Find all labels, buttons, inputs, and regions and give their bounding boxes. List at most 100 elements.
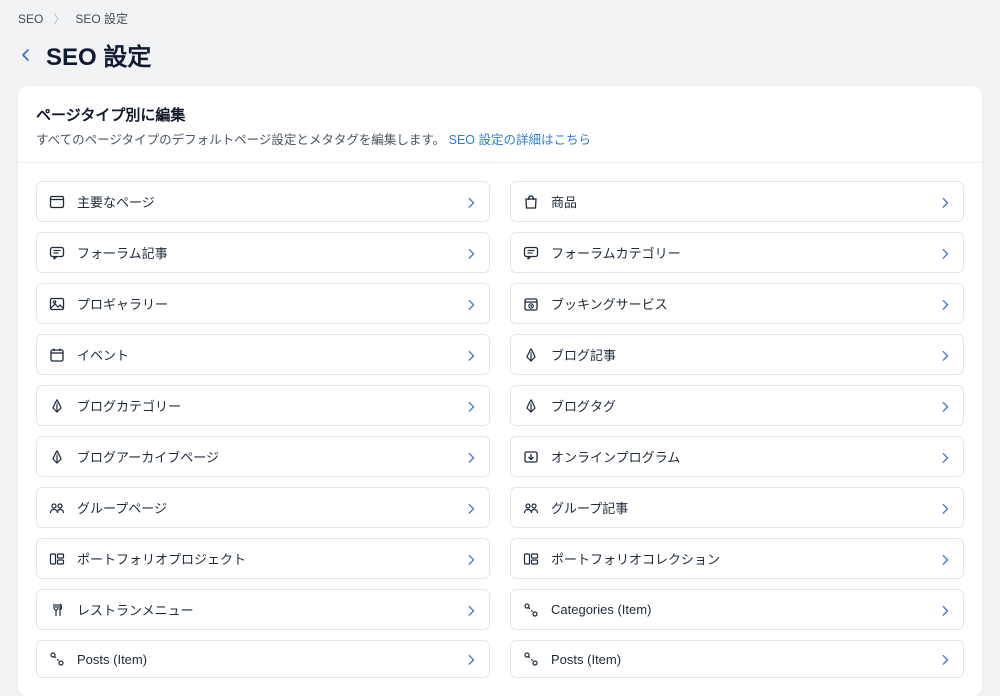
row-left: フォーラムカテゴリー: [523, 243, 681, 262]
row-label: ポートフォリオコレクション: [551, 549, 720, 568]
page-type-row[interactable]: Categories (Item): [510, 589, 964, 630]
chat-icon: [49, 245, 65, 261]
chevron-right-icon: [939, 349, 951, 361]
section-title: ページタイプ別に編集: [36, 104, 964, 125]
chevron-right-icon: [465, 604, 477, 616]
row-left: グループページ: [49, 498, 167, 517]
learn-more-link[interactable]: SEO 設定の詳細はこちら: [449, 133, 591, 147]
page-type-row[interactable]: プロギャラリー: [36, 283, 490, 324]
row-label: ブッキングサービス: [551, 294, 668, 313]
page-type-row[interactable]: フォーラムカテゴリー: [510, 232, 964, 273]
chevron-right-icon: [939, 653, 951, 665]
pen-icon: [49, 449, 65, 465]
row-label: プロギャラリー: [77, 294, 168, 313]
page-type-row[interactable]: フォーラム記事: [36, 232, 490, 273]
row-label: 商品: [551, 192, 577, 211]
fork-icon: [49, 602, 65, 618]
page-type-row[interactable]: ブログカテゴリー: [36, 385, 490, 426]
pen-icon: [523, 398, 539, 414]
chevron-right-icon: [939, 298, 951, 310]
row-left: ブログ記事: [523, 345, 616, 364]
page-type-row[interactable]: ポートフォリオプロジェクト: [36, 538, 490, 579]
calendar-icon: [49, 347, 65, 363]
bag-icon: [523, 194, 539, 210]
booking-icon: [523, 296, 539, 312]
chevron-right-icon: [465, 502, 477, 514]
page-type-row[interactable]: 商品: [510, 181, 964, 222]
page-type-row[interactable]: ブログタグ: [510, 385, 964, 426]
chevron-right-icon: [939, 604, 951, 616]
row-left: グループ記事: [523, 498, 628, 517]
page-type-row[interactable]: イベント: [36, 334, 490, 375]
row-left: Posts (Item): [49, 651, 147, 667]
row-left: 商品: [523, 192, 577, 211]
breadcrumb: SEO 〉 SEO 設定: [0, 0, 1000, 33]
group-icon: [49, 500, 65, 516]
row-left: ブログカテゴリー: [49, 396, 181, 415]
row-label: ブログカテゴリー: [77, 396, 181, 415]
row-label: ポートフォリオプロジェクト: [77, 549, 246, 568]
chevron-right-icon: [465, 247, 477, 259]
row-label: ブログ記事: [551, 345, 616, 364]
chevron-right-icon: [465, 400, 477, 412]
row-left: オンラインプログラム: [523, 447, 680, 466]
chevron-right-icon: [465, 653, 477, 665]
section-description: すべてのページタイプのデフォルトページ設定とメタタグを編集します。 SEO 設定…: [36, 129, 964, 148]
page-header: SEO 設定: [0, 33, 1000, 86]
chevron-right-icon: [465, 451, 477, 463]
pen-icon: [523, 347, 539, 363]
row-label: オンラインプログラム: [551, 447, 680, 466]
chevron-right-icon: [939, 451, 951, 463]
row-label: 主要なページ: [77, 192, 155, 211]
row-left: ポートフォリオプロジェクト: [49, 549, 246, 568]
window-icon: [49, 194, 65, 210]
row-label: Categories (Item): [551, 602, 651, 617]
row-label: イベント: [77, 345, 129, 364]
path-icon: [523, 602, 539, 618]
row-label: ブログタグ: [551, 396, 616, 415]
image-icon: [49, 296, 65, 312]
page-type-row[interactable]: グループ記事: [510, 487, 964, 528]
row-label: Posts (Item): [551, 652, 621, 667]
page-type-row[interactable]: 主要なページ: [36, 181, 490, 222]
chevron-left-icon: [18, 47, 34, 63]
row-left: プロギャラリー: [49, 294, 168, 313]
row-left: フォーラム記事: [49, 243, 168, 262]
page-type-row[interactable]: ブログアーカイブページ: [36, 436, 490, 477]
chevron-right-icon: [465, 196, 477, 208]
page-type-row[interactable]: レストランメニュー: [36, 589, 490, 630]
chevron-right-icon: [465, 298, 477, 310]
page-type-row[interactable]: Posts (Item): [510, 640, 964, 678]
row-label: グループ記事: [551, 498, 628, 517]
group-icon: [523, 500, 539, 516]
row-label: グループページ: [77, 498, 167, 517]
page-types-grid: 主要なページ 商品フォーラム記事 フォーラムカテゴリープロギャラリー ブッキングサービ…: [36, 181, 964, 678]
chevron-right-icon: [939, 553, 951, 565]
back-button[interactable]: [18, 47, 34, 63]
settings-card: ページタイプ別に編集 すべてのページタイプのデフォルトページ設定とメタタグを編集…: [18, 86, 982, 696]
path-icon: [523, 651, 539, 667]
chevron-right-icon: [939, 400, 951, 412]
row-left: ポートフォリオコレクション: [523, 549, 720, 568]
chevron-right-icon: [939, 502, 951, 514]
row-left: Posts (Item): [523, 651, 621, 667]
breadcrumb-item[interactable]: SEO 設定: [75, 10, 128, 27]
row-left: イベント: [49, 345, 129, 364]
page-type-row[interactable]: ブッキングサービス: [510, 283, 964, 324]
row-label: Posts (Item): [77, 652, 147, 667]
page-type-row[interactable]: ポートフォリオコレクション: [510, 538, 964, 579]
row-label: フォーラムカテゴリー: [551, 243, 681, 262]
row-left: ブログタグ: [523, 396, 616, 415]
chevron-right-icon: [465, 553, 477, 565]
page-type-row[interactable]: オンラインプログラム: [510, 436, 964, 477]
page-type-row[interactable]: Posts (Item): [36, 640, 490, 678]
page-type-row[interactable]: ブログ記事: [510, 334, 964, 375]
page-type-row[interactable]: グループページ: [36, 487, 490, 528]
row-left: ブログアーカイブページ: [49, 447, 219, 466]
chevron-right-icon: 〉: [53, 10, 65, 27]
row-label: レストランメニュー: [77, 600, 194, 619]
chat-icon: [523, 245, 539, 261]
breadcrumb-item[interactable]: SEO: [18, 12, 43, 26]
page-title: SEO 設定: [46, 37, 151, 72]
path-icon: [49, 651, 65, 667]
